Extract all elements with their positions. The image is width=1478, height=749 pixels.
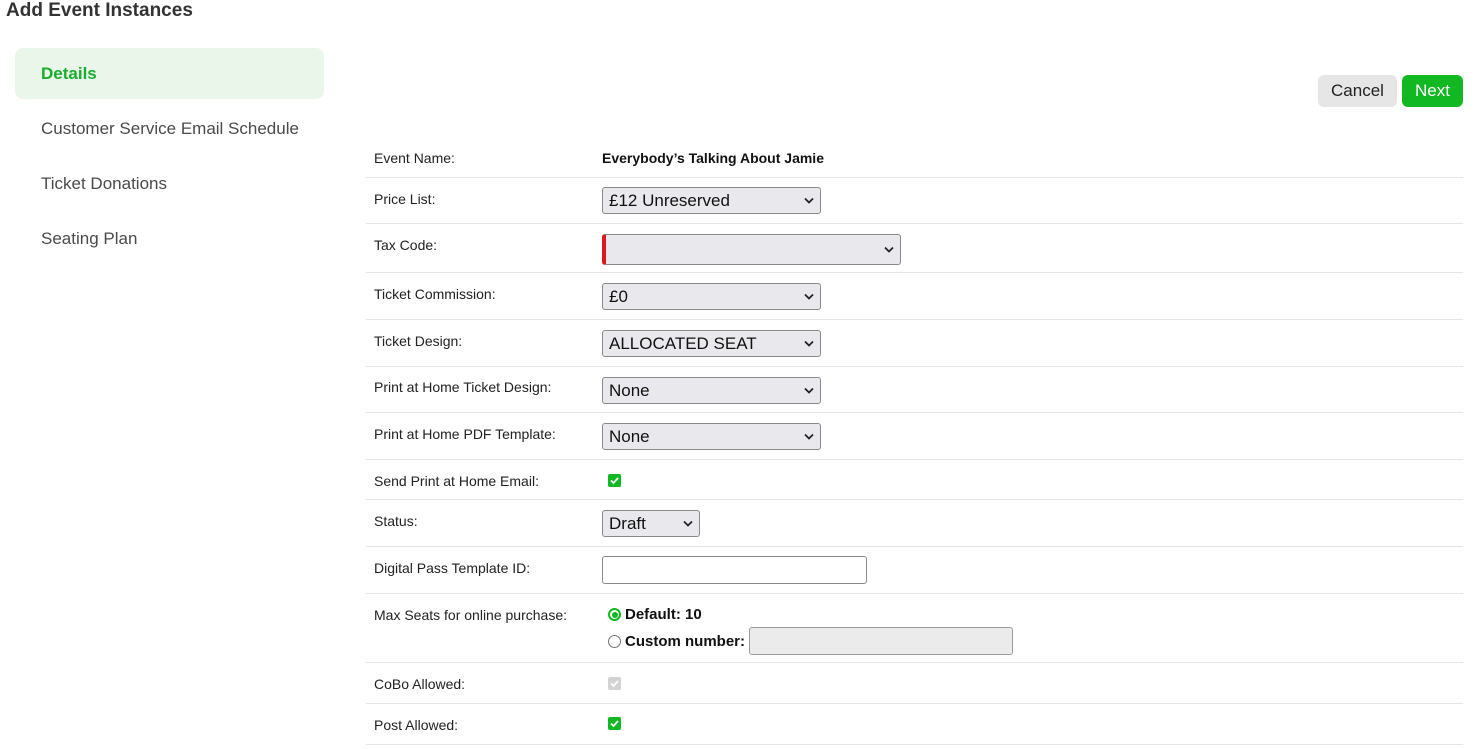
max-seats-custom-option[interactable]: Custom number: (608, 627, 1013, 655)
check-icon (610, 477, 619, 485)
sidebar-item-details[interactable]: Details (15, 48, 324, 99)
next-button[interactable]: Next (1402, 75, 1463, 107)
tax-code-select[interactable] (602, 234, 901, 265)
ticket-design-select[interactable]: ALLOCATED SEAT (602, 330, 821, 357)
ticket-design-row: Ticket Design: ALLOCATED SEAT (366, 320, 1463, 367)
chevron-down-icon (683, 520, 693, 527)
status-select[interactable]: Draft (602, 510, 700, 537)
status-row: Status: Draft (366, 500, 1463, 547)
check-icon (610, 720, 619, 728)
price-list-select[interactable]: £12 Unreserved (602, 187, 821, 214)
ticket-commission-select[interactable]: £0 (602, 283, 821, 310)
sidebar-item-customer-service-email-schedule[interactable]: Customer Service Email Schedule (15, 103, 324, 154)
pah-ticket-design-row: Print at Home Ticket Design: None (366, 367, 1463, 413)
digital-pass-template-input[interactable] (602, 556, 867, 584)
max-seats-custom-label: Custom number: (625, 632, 745, 650)
max-seats-label: Max Seats for online purchase: (374, 607, 567, 623)
chevron-down-icon (804, 433, 814, 440)
sidebar-item-ticket-donations[interactable]: Ticket Donations (15, 158, 324, 209)
tax-code-label: Tax Code: (374, 237, 438, 253)
max-seats-default-option[interactable]: Default: 10 (608, 606, 702, 623)
sidebar: Details Customer Service Email Schedule … (15, 48, 324, 268)
pah-pdf-template-label: Print at Home PDF Template: (374, 426, 556, 442)
event-name-label: Event Name: (374, 150, 455, 166)
price-list-value: £12 Unreserved (609, 190, 730, 210)
max-seats-default-radio[interactable] (608, 608, 621, 621)
event-name-row: Event Name: Everybody’s Talking About Ja… (366, 138, 1463, 178)
pah-ticket-design-value: None (609, 380, 650, 400)
digital-pass-template-label: Digital Pass Template ID: (374, 560, 531, 576)
pah-pdf-template-select[interactable]: None (602, 423, 821, 450)
ticket-design-value: ALLOCATED SEAT (609, 333, 757, 353)
max-seats-custom-radio[interactable] (608, 634, 621, 648)
cancel-button[interactable]: Cancel (1318, 75, 1397, 107)
send-pah-email-label: Send Print at Home Email: (374, 473, 539, 489)
pah-pdf-template-row: Print at Home PDF Template: None (366, 413, 1463, 460)
ticket-design-label: Ticket Design: (374, 333, 463, 349)
post-allowed-label: Post Allowed: (374, 717, 459, 733)
event-details-form: Event Name: Everybody’s Talking About Ja… (366, 138, 1463, 745)
pah-ticket-design-select[interactable]: None (602, 377, 821, 404)
price-list-row: Price List: £12 Unreserved (366, 178, 1463, 224)
price-list-label: Price List: (374, 191, 436, 207)
pah-ticket-design-label: Print at Home Ticket Design: (374, 379, 552, 395)
check-icon (610, 680, 619, 688)
cobo-allowed-row: CoBo Allowed: (366, 663, 1463, 704)
chevron-down-icon (804, 340, 814, 347)
cobo-allowed-checkbox[interactable] (608, 677, 621, 690)
post-allowed-row: Post Allowed: (366, 704, 1463, 745)
send-pah-email-checkbox[interactable] (608, 474, 621, 487)
ticket-commission-row: Ticket Commission: £0 (366, 273, 1463, 320)
chevron-down-icon (804, 197, 814, 204)
ticket-commission-value: £0 (609, 286, 628, 306)
status-value: Draft (609, 513, 646, 533)
event-name-value: Everybody’s Talking About Jamie (602, 150, 824, 166)
post-allowed-checkbox[interactable] (608, 717, 621, 730)
cobo-allowed-label: CoBo Allowed: (374, 676, 466, 692)
chevron-down-icon (804, 293, 814, 300)
max-seats-row: Max Seats for online purchase: Default: … (366, 594, 1463, 663)
chevron-down-icon (804, 387, 814, 394)
tax-code-row: Tax Code: (366, 224, 1463, 273)
chevron-down-icon (884, 246, 894, 253)
digital-pass-template-row: Digital Pass Template ID: (366, 547, 1463, 594)
sidebar-item-seating-plan[interactable]: Seating Plan (15, 213, 324, 264)
status-label: Status: (374, 513, 418, 529)
max-seats-default-label: Default: 10 (625, 606, 702, 623)
page-title: Add Event Instances (6, 0, 193, 21)
max-seats-custom-input[interactable] (749, 627, 1013, 655)
send-pah-email-row: Send Print at Home Email: (366, 460, 1463, 500)
pah-pdf-template-value: None (609, 426, 650, 446)
ticket-commission-label: Ticket Commission: (374, 286, 496, 302)
